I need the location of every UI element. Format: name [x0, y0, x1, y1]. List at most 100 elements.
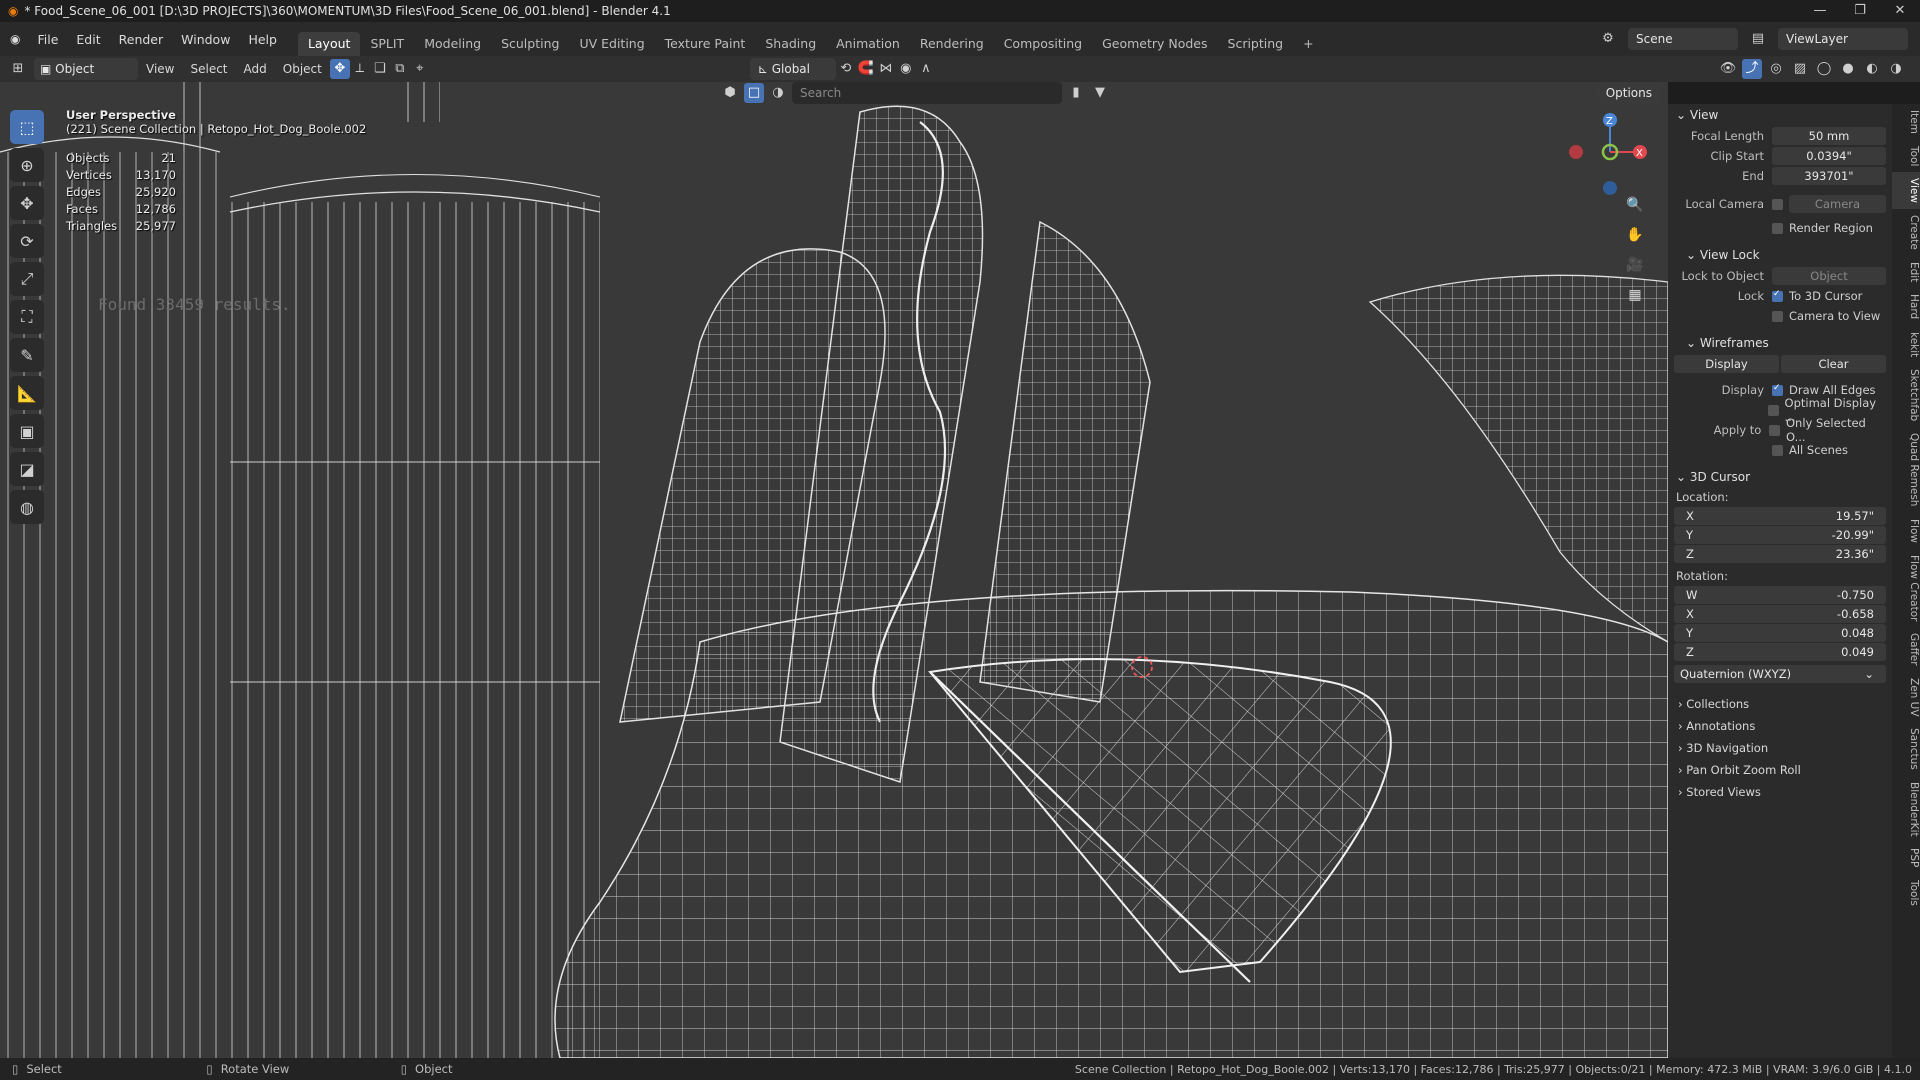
zoom-button[interactable]: 🔍 — [1622, 192, 1648, 218]
tab-psp[interactable]: PSP — [1892, 842, 1920, 873]
minimize-button[interactable]: — — [1800, 0, 1840, 22]
cursor-location-z[interactable]: Z 23.36" — [1674, 545, 1886, 563]
sketch-tool[interactable]: ◪ — [10, 452, 44, 486]
draw-all-edges-checkbox[interactable] — [1772, 383, 1783, 396]
view-lock-header[interactable]: ⌄ View Lock — [1668, 244, 1892, 266]
tab-item[interactable]: Item — [1892, 104, 1920, 140]
tab-quad-remesh[interactable]: Quad Remesh — [1892, 427, 1920, 512]
add-menu[interactable]: Add — [236, 59, 275, 79]
local-camera-field[interactable]: Camera — [1789, 195, 1886, 213]
proportional-edit-icon[interactable]: ◉ — [896, 59, 916, 79]
viewport-search-input[interactable]: Search — [792, 82, 1062, 104]
select-menu[interactable]: Select — [182, 59, 235, 79]
measure-tool[interactable]: 📐 — [10, 376, 44, 410]
focal-length-field[interactable]: 50 mm — [1772, 127, 1886, 145]
tab-layout[interactable]: Layout — [297, 32, 361, 56]
mode-selector[interactable]: ▣ Object Mode — [34, 58, 138, 98]
view-layer-selector[interactable]: ViewLayer — [1778, 28, 1908, 50]
local-camera-checkbox[interactable] — [1772, 198, 1783, 210]
wireframes-header[interactable]: ⌄ Wireframes — [1668, 332, 1892, 354]
menu-edit[interactable]: Edit — [67, 32, 109, 47]
snap-origin-icon[interactable]: ⟂ — [350, 59, 370, 79]
pan-orbit-zoom-roll-subpanel[interactable]: › Pan Orbit Zoom Roll — [1668, 759, 1892, 781]
tab-uv-editing[interactable]: UV Editing — [569, 32, 654, 56]
cursor-rotation-x[interactable]: X -0.658 — [1674, 605, 1886, 623]
wireframe-shading-icon[interactable]: ◯ — [1814, 59, 1834, 79]
tab-flow[interactable]: Flow — [1892, 513, 1920, 549]
cursor-tool[interactable]: ⊕ — [10, 148, 44, 182]
camera-to-view-checkbox[interactable] — [1772, 310, 1783, 322]
menu-render[interactable]: Render — [110, 32, 173, 47]
move-tool[interactable]: ✥ — [10, 186, 44, 220]
orientation-selector[interactable]: ⊾ Global — [749, 58, 836, 80]
tab-texture-paint[interactable]: Texture Paint — [655, 32, 756, 56]
pivot-icon[interactable]: ⌖ — [410, 59, 430, 79]
xray-icon[interactable]: ▨ — [1790, 59, 1810, 79]
tab-create[interactable]: Create — [1892, 209, 1920, 256]
close-button[interactable]: ✕ — [1880, 0, 1920, 22]
falloff-icon[interactable]: ∧ — [916, 59, 936, 79]
filter-icon[interactable]: ⬢ — [720, 83, 740, 103]
add-cube-tool[interactable]: ▣ — [10, 414, 44, 448]
clip-end-field[interactable]: 393701" — [1772, 167, 1886, 185]
tab-modeling[interactable]: Modeling — [414, 32, 491, 56]
tab-rendering[interactable]: Rendering — [910, 32, 994, 56]
cursor-location-y[interactable]: Y -20.99" — [1674, 526, 1886, 544]
rotate-tool[interactable]: ⟳ — [10, 224, 44, 258]
tab-split[interactable]: SPLIT — [360, 32, 414, 56]
add-workspace-button[interactable]: + — [1293, 32, 1323, 56]
transform-affect-icon[interactable]: ✥ — [329, 59, 350, 79]
visibility-icon[interactable]: 👁 — [1718, 59, 1738, 79]
funnel-icon[interactable]: ▼ — [1090, 83, 1110, 103]
annotations-subpanel[interactable]: › Annotations — [1668, 715, 1892, 737]
camera-view-button[interactable]: 🎥 — [1622, 252, 1648, 278]
view-section-header[interactable]: ⌄ View — [1668, 104, 1892, 126]
tab-view[interactable]: View — [1892, 172, 1920, 210]
material-shading-icon[interactable]: ◐ — [1862, 59, 1882, 79]
menu-help[interactable]: Help — [239, 32, 286, 47]
shading-mode-icon[interactable]: ◑ — [768, 83, 788, 103]
solid-shading-icon[interactable]: ● — [1838, 59, 1858, 79]
3d-cursor-header[interactable]: ⌄ 3D Cursor — [1668, 466, 1892, 488]
rendered-shading-icon[interactable]: ◑ — [1886, 59, 1906, 79]
3d-viewport[interactable]: ⬚ ⊕ ✥ ⟳ ⤢ ⛶ ✎ 📐 ▣ ◪ ◍ User Perspective (… — [0, 82, 1668, 1058]
select-mode-icon[interactable]: □ — [744, 83, 764, 103]
all-scenes-checkbox[interactable] — [1772, 444, 1783, 456]
wireframe-clear-button[interactable]: Clear — [1781, 355, 1886, 373]
cursor-rotation-w[interactable]: W -0.750 — [1674, 586, 1886, 604]
overlay-toggle-icon[interactable]: ◎ — [1766, 59, 1786, 79]
blender-menu-icon[interactable]: ◉ — [10, 32, 20, 46]
snap-icon[interactable]: 🧲 — [856, 59, 876, 79]
bookmark-icon[interactable]: ▮ — [1066, 83, 1086, 103]
navigation-gizmo[interactable]: Z X — [1560, 110, 1650, 200]
wireframe-display-button[interactable]: Display — [1674, 355, 1779, 373]
clip-start-field[interactable]: 0.0394" — [1772, 147, 1886, 165]
tab-tool[interactable]: Tool — [1892, 140, 1920, 172]
tab-sanctus[interactable]: Sanctus — [1892, 722, 1920, 776]
tab-sketchfab[interactable]: Sketchfab — [1892, 363, 1920, 427]
annotate-tool[interactable]: ✎ — [10, 338, 44, 372]
cursor-rotation-z[interactable]: Z 0.049 — [1674, 643, 1886, 661]
tab-animation[interactable]: Animation — [826, 32, 910, 56]
view-menu[interactable]: View — [138, 59, 182, 79]
pan-button[interactable]: ✋ — [1622, 222, 1648, 248]
tab-zen-uv[interactable]: Zen UV — [1892, 672, 1920, 723]
render-region-checkbox[interactable] — [1772, 222, 1783, 234]
scale-tool[interactable]: ⤢ — [10, 262, 44, 296]
ortho-toggle-button[interactable]: ▦ — [1622, 282, 1648, 308]
tab-sculpting[interactable]: Sculpting — [491, 32, 569, 56]
tab-geometry-nodes[interactable]: Geometry Nodes — [1092, 32, 1217, 56]
lock-object-field[interactable]: Object — [1772, 267, 1886, 285]
menu-window[interactable]: Window — [172, 32, 239, 47]
transform-tool[interactable]: ⛶ — [10, 300, 44, 334]
rotation-mode-dropdown[interactable]: Quaternion (WXYZ) ⌄ — [1674, 665, 1886, 683]
tab-scripting[interactable]: Scripting — [1218, 32, 1294, 56]
object-menu[interactable]: Object — [275, 59, 330, 79]
3d-navigation-subpanel[interactable]: › 3D Navigation — [1668, 737, 1892, 759]
stored-views-subpanel[interactable]: › Stored Views — [1668, 781, 1892, 803]
copy-icon[interactable]: ❏ — [370, 59, 390, 79]
optimal-display-checkbox[interactable] — [1768, 404, 1779, 416]
scene-selector[interactable]: Scene — [1628, 28, 1738, 50]
maximize-button[interactable]: ❐ — [1840, 0, 1880, 22]
collections-subpanel[interactable]: › Collections — [1668, 693, 1892, 715]
